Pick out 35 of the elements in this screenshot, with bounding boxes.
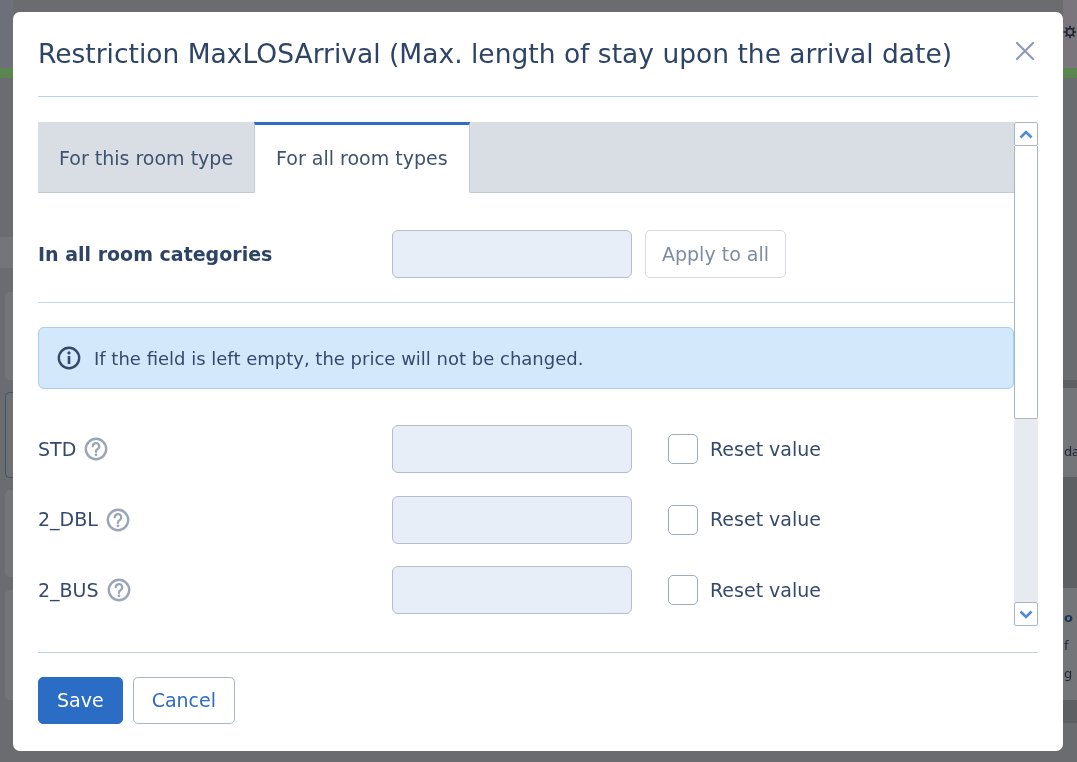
tab[interactable]: For all room types — [254, 122, 470, 193]
background-text: f — [1063, 637, 1070, 655]
dialog-title: Restriction MaxLOSArrival (Max. length of stay upon the arrival date) — [38, 38, 953, 70]
value-field[interactable] — [392, 425, 632, 473]
checkbox[interactable] — [668, 504, 698, 535]
help-icon — [106, 578, 131, 602]
chevron-up-icon — [1019, 129, 1033, 139]
background-panel — [0, 237, 13, 268]
value-field[interactable] — [392, 566, 632, 614]
room-type-label: 2_BUS — [38, 577, 99, 604]
checkbox[interactable] — [668, 575, 698, 605]
help-icon — [105, 507, 130, 532]
field-label: In all room categories — [38, 241, 273, 267]
chevron-down-icon — [1019, 609, 1033, 619]
value-field[interactable] — [392, 230, 632, 278]
checkbox-label: Reset value — [710, 436, 821, 462]
checkbox-label: Reset value — [710, 507, 821, 533]
close-icon — [1015, 41, 1035, 61]
info-text: If the field is left empty, the price will not be changed. — [94, 346, 584, 371]
info-icon — [57, 346, 81, 370]
save-button[interactable]: Save — [38, 677, 123, 724]
cancel-button[interactable]: Cancel — [132, 677, 235, 724]
room-type-label: 2_DBL — [38, 507, 98, 533]
scroll-down-button[interactable] — [1014, 602, 1038, 626]
scrollbar-thumb[interactable] — [1014, 146, 1038, 419]
value-field[interactable] — [392, 495, 632, 544]
room-type-label: STD — [38, 436, 77, 462]
background-text: g — [1063, 665, 1073, 683]
background-heading: o — [1063, 609, 1074, 627]
checkbox[interactable] — [668, 434, 698, 464]
help-icon — [84, 437, 109, 461]
checkbox-label: Reset value — [710, 577, 821, 603]
close-button[interactable] — [1015, 41, 1035, 61]
apply-button[interactable]: Apply to all — [645, 230, 786, 278]
scroll-up-button[interactable] — [1014, 122, 1038, 146]
